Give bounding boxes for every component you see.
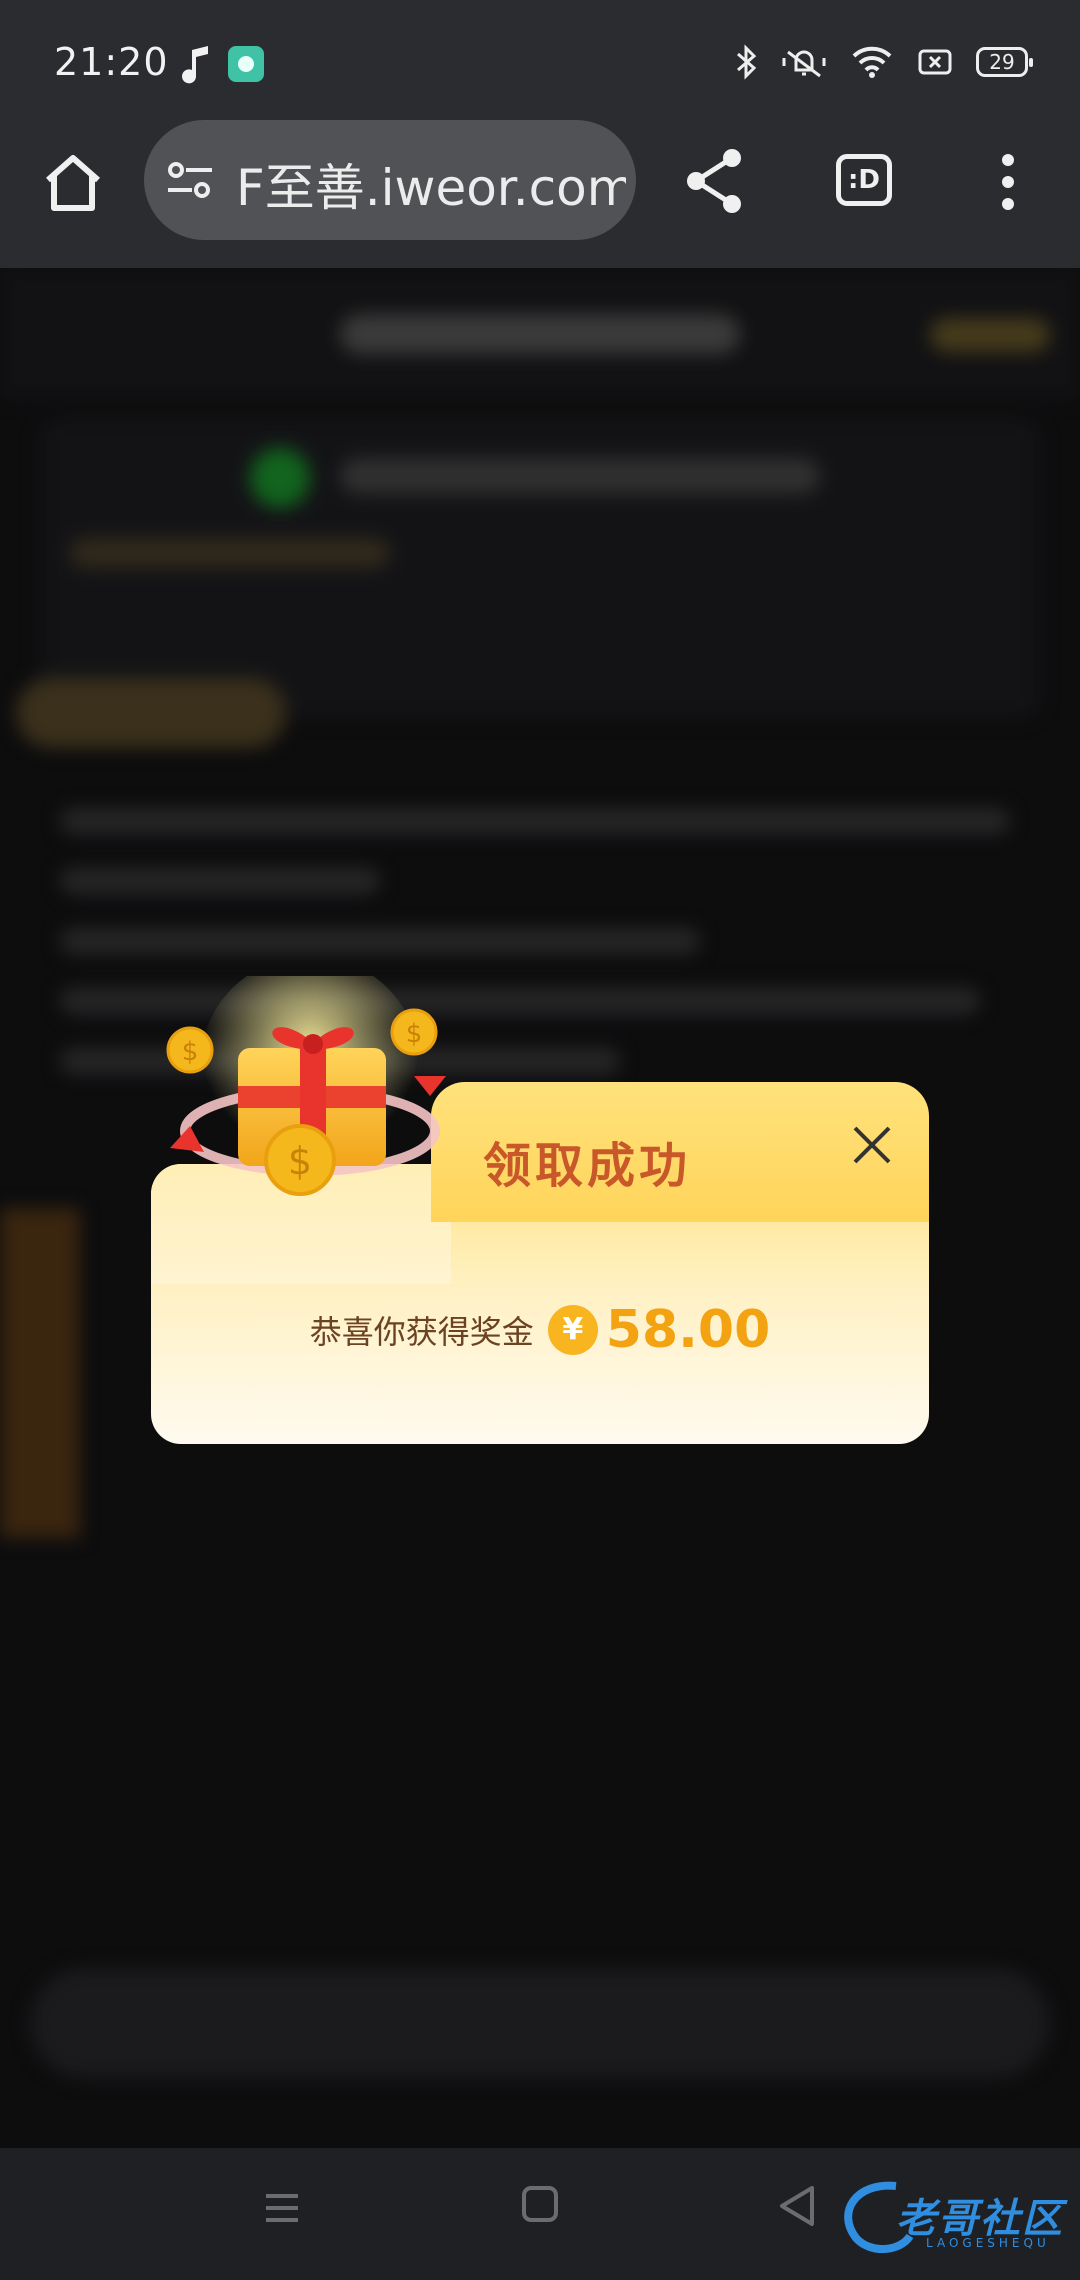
system-nav-bar: 老哥社区 LAOGESHEQU [0, 2148, 1080, 2280]
watermark-subtext: LAOGESHEQU [926, 2236, 1050, 2250]
status-time: 21:20 [54, 40, 169, 84]
gift-box-icon: $ $ $ [166, 976, 446, 1196]
app-notification-icon [228, 46, 264, 82]
popup-title: 领取成功 [483, 1138, 692, 1194]
close-icon[interactable] [851, 1124, 893, 1166]
status-bar: 21:20 29 [0, 0, 1080, 130]
battery-icon: 29 [976, 47, 1033, 77]
back-icon[interactable] [776, 2184, 816, 2228]
music-note-icon [182, 46, 208, 84]
site-settings-icon[interactable] [166, 158, 214, 202]
more-vert-icon[interactable] [996, 152, 1020, 212]
silent-mode-icon [782, 50, 826, 78]
svg-text:$: $ [406, 1019, 423, 1049]
url-text[interactable]: F至善.iweor.com [236, 148, 626, 220]
svg-text:$: $ [182, 1037, 199, 1067]
no-sim-icon [918, 49, 952, 75]
status-icons: 29 [734, 44, 1033, 80]
home-nav-icon[interactable] [522, 2186, 558, 2222]
bluetooth-icon [737, 44, 757, 80]
reward-row: 恭喜你获得奖金 ¥ 58.00 [151, 1300, 929, 1360]
recent-apps-icon[interactable] [262, 2188, 302, 2228]
browser-toolbar: F至善.iweor.com :D [0, 120, 1080, 268]
wifi-icon [852, 46, 892, 78]
home-icon[interactable] [40, 150, 106, 216]
yuan-coin-icon: ¥ [547, 1305, 598, 1355]
share-icon[interactable] [682, 146, 748, 216]
url-bar[interactable]: F至善.iweor.com [144, 120, 636, 240]
tabs-icon[interactable]: :D [836, 154, 892, 206]
svg-text:$: $ [288, 1139, 312, 1183]
watermark-logo: 老哥社区 LAOGESHEQU [836, 2172, 1066, 2262]
reward-amount: 58.00 [605, 1300, 771, 1360]
reward-label: 恭喜你获得奖金 [309, 1313, 534, 1351]
